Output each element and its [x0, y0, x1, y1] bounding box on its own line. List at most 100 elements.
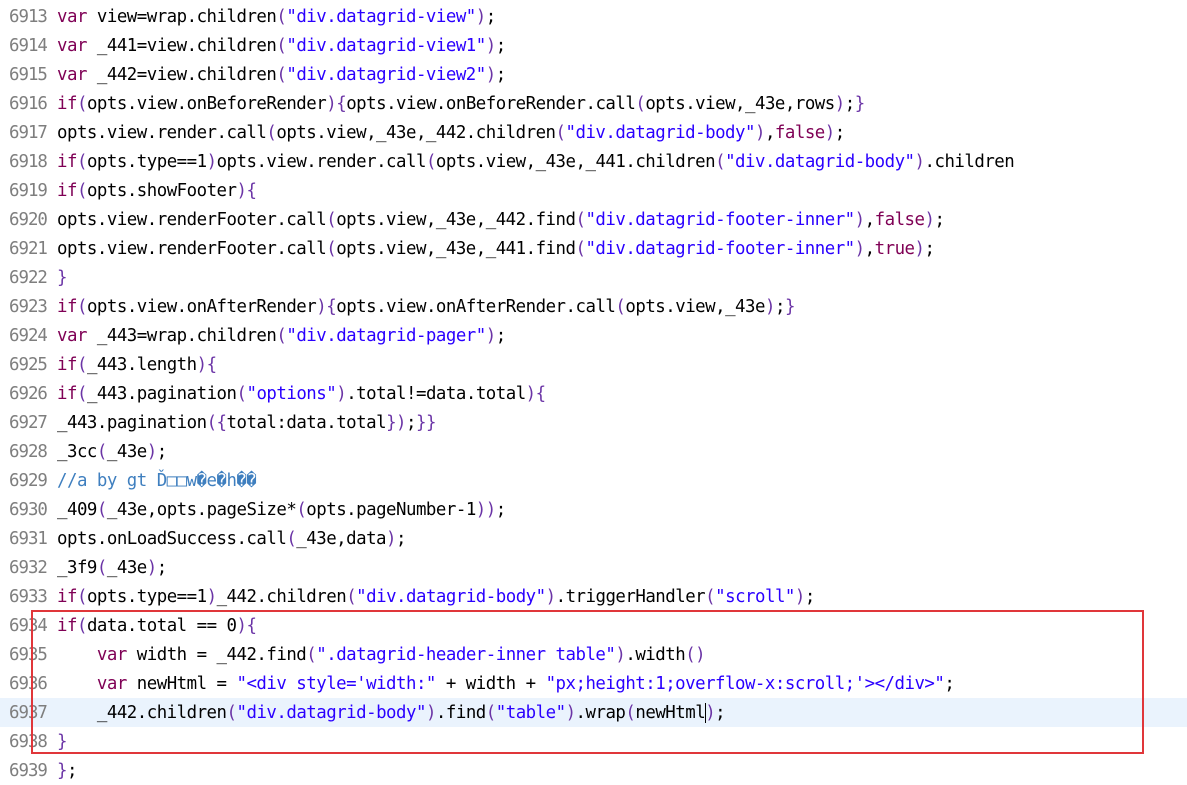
code-line[interactable]: 6938}: [0, 727, 1187, 756]
code-text[interactable]: opts.view.renderFooter.call(opts.view,_4…: [57, 209, 945, 230]
code-line[interactable]: 6939};: [0, 756, 1187, 785]
code-text[interactable]: _3cc(_43e);: [57, 442, 167, 462]
code-text[interactable]: if(opts.view.onBeforeRender){opts.view.o…: [57, 94, 865, 114]
code-text[interactable]: var _441=view.children("div.datagrid-vie…: [57, 36, 506, 56]
code-token: "div.datagrid-view1": [286, 35, 486, 56]
code-token: ): [615, 644, 626, 665]
code-token: _43e,data: [296, 528, 387, 549]
code-token: ): [695, 644, 706, 665]
code-token: ".datagrid-header-inner table": [316, 644, 616, 665]
code-text[interactable]: var newHtml = "<div style='width:" + wid…: [57, 673, 955, 694]
code-line[interactable]: 6921 opts.view.renderFooter.call(opts.vie…: [0, 234, 1187, 263]
code-text[interactable]: };: [57, 761, 77, 781]
code-token: (: [635, 93, 646, 114]
code-line[interactable]: 6924 var _443=wrap.children("div.datagrid…: [0, 321, 1187, 350]
code-line[interactable]: 6932 _3f9(_43e);: [0, 553, 1187, 582]
code-token: .total!=data.total: [346, 383, 526, 404]
code-line[interactable]: 6922}: [0, 263, 1187, 292]
code-text[interactable]: _409(_43e,opts.pageSize*(opts.pageNumber…: [57, 500, 506, 520]
code-token: if: [57, 354, 77, 375]
code-line[interactable]: 6937 _442.children("div.datagrid-body").…: [0, 698, 1187, 727]
code-text[interactable]: if(_443.pagination("options").total!=dat…: [57, 384, 546, 404]
code-text[interactable]: var _442=view.children("div.datagrid-vie…: [57, 65, 506, 85]
code-text[interactable]: if(opts.showFooter){: [57, 180, 257, 201]
code-token: width = _442.find: [126, 644, 307, 665]
code-token: ;: [66, 760, 77, 781]
code-line[interactable]: 6920 opts.view.renderFooter.call(opts.vie…: [0, 205, 1187, 234]
code-line[interactable]: 6915 var _442=view.children("div.datagrid…: [0, 60, 1187, 89]
code-text[interactable]: if(opts.view.onAfterRender){opts.view.on…: [57, 297, 795, 317]
code-text[interactable]: if(_443.length){: [57, 355, 217, 375]
code-editor[interactable]: 6913 var view=wrap.children("div.datagrid…: [0, 0, 1187, 784]
code-token: "div.datagrid-view": [286, 6, 476, 27]
code-text[interactable]: opts.onLoadSuccess.call(_43e,data);: [57, 529, 406, 549]
code-line[interactable]: 6928 _3cc(_43e);: [0, 437, 1187, 466]
code-token: ): [206, 586, 217, 607]
code-text[interactable]: }: [57, 268, 67, 288]
code-token: (: [76, 180, 87, 201]
code-token: ): [336, 383, 347, 404]
code-text[interactable]: opts.view.renderFooter.call(opts.view,_4…: [57, 238, 935, 259]
code-token: }: [416, 412, 426, 433]
code-line[interactable]: 6913 var view=wrap.children("div.datagrid…: [0, 2, 1187, 31]
code-token: ,: [864, 238, 875, 259]
code-token: opts.pageNumber-1: [306, 499, 476, 520]
line-number: 6922: [9, 267, 48, 288]
code-line[interactable]: 6934 if(data.total == 0){: [0, 611, 1187, 640]
code-text[interactable]: var _443=wrap.children("div.datagrid-pag…: [57, 326, 506, 346]
code-text[interactable]: _443.pagination({total:data.total});}}: [57, 413, 436, 433]
code-line[interactable]: 6918 if(opts.type==1)opts.view.render.cal…: [0, 147, 1187, 176]
code-token: opts.view.render.call: [57, 122, 267, 143]
code-token: opts.onLoadSuccess.call: [57, 528, 287, 549]
code-text[interactable]: if(opts.type==1)opts.view.render.call(op…: [57, 151, 1015, 172]
code-token: (: [705, 586, 716, 607]
code-line[interactable]: 6919 if(opts.showFooter){: [0, 176, 1187, 205]
code-token: ,: [764, 122, 775, 143]
code-line[interactable]: 6930 _409(_43e,opts.pageSize*(opts.pageNu…: [0, 495, 1187, 524]
code-token: "div.datagrid-pager": [286, 325, 486, 346]
code-line[interactable]: 6927 _443.pagination({total:data.total});…: [0, 408, 1187, 437]
code-line[interactable]: 6926 if(_443.pagination("options").total!…: [0, 379, 1187, 408]
code-token: "div.datagrid-body": [356, 586, 546, 607]
code-text[interactable]: if(data.total == 0){: [57, 616, 257, 636]
code-token: view=wrap.children: [86, 6, 277, 27]
code-token: ;: [156, 441, 167, 462]
code-text[interactable]: _442.children("div.datagrid-body").find(…: [57, 702, 726, 723]
code-text[interactable]: if(opts.type==1)_442.children("div.datag…: [57, 587, 815, 607]
code-text[interactable]: var view=wrap.children("div.datagrid-vie…: [57, 7, 496, 27]
code-text[interactable]: //a by gt Ď□□w�e�h��: [57, 470, 257, 491]
line-number: 6931: [9, 528, 48, 549]
code-text[interactable]: opts.view.render.call(opts.view,_43e,_44…: [57, 123, 845, 143]
code-text[interactable]: _3f9(_43e);: [57, 558, 167, 578]
code-token: }: [57, 731, 67, 752]
code-line[interactable]: 6917 opts.view.render.call(opts.view,_43e…: [0, 118, 1187, 147]
code-line[interactable]: 6916 if(opts.view.onBeforeRender){opts.vi…: [0, 89, 1187, 118]
code-line[interactable]: 6925 if(_443.length){: [0, 350, 1187, 379]
code-token: (: [715, 151, 726, 172]
code-line[interactable]: 6923 if(opts.view.onAfterRender){opts.vie…: [0, 292, 1187, 321]
code-token: }: [426, 412, 436, 433]
code-token: opts.view,_43e,_441.find: [336, 238, 576, 259]
code-line[interactable]: 6931 opts.onLoadSuccess.call(_43e,data);: [0, 524, 1187, 553]
code-token: (: [346, 586, 357, 607]
code-token: //a by gt Ď□□w�e�h��: [57, 470, 257, 491]
code-token: if: [57, 383, 77, 404]
code-text[interactable]: var width = _442.find(".datagrid-header-…: [57, 644, 706, 665]
code-token: ): [705, 702, 716, 723]
code-line[interactable]: 6936 var newHtml = "<div style='width:" …: [0, 669, 1187, 698]
code-token: ;: [834, 122, 845, 143]
code-line[interactable]: 6929 //a by gt Ď□□w�e�h��: [0, 466, 1187, 495]
line-number: 6926: [9, 383, 48, 404]
code-token: ;: [495, 499, 506, 520]
code-text[interactable]: }: [57, 732, 67, 752]
code-line[interactable]: 6933 if(opts.type==1)_442.children("div.d…: [0, 582, 1187, 611]
code-token: var: [96, 673, 127, 694]
code-token: "scroll": [715, 586, 795, 607]
code-line[interactable]: 6935 var width = _442.find(".datagrid-he…: [0, 640, 1187, 669]
code-token: opts.view,_43e,_442.find: [336, 209, 576, 230]
code-token: ): [326, 93, 337, 114]
code-token: ): [475, 499, 486, 520]
code-token: ;: [406, 412, 417, 433]
code-line[interactable]: 6914 var _441=view.children("div.datagrid…: [0, 31, 1187, 60]
